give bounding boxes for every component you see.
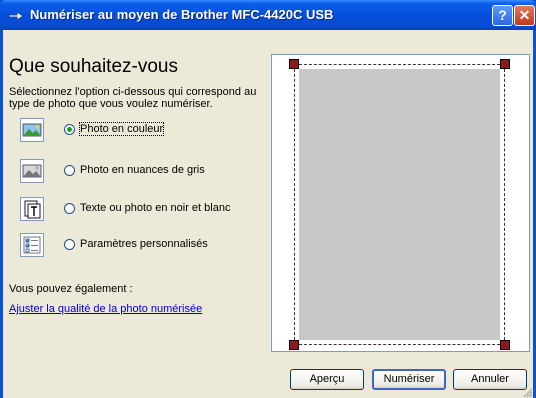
also-label: Vous pouvez également : xyxy=(9,283,133,295)
adjust-quality-link[interactable]: Ajuster la qualité de la photo numérisée xyxy=(9,303,202,315)
cancel-button[interactable]: Annuler xyxy=(453,369,527,390)
crop-handle-top-right[interactable] xyxy=(500,59,510,69)
scan-button[interactable]: Numériser xyxy=(372,369,446,390)
scan-area[interactable] xyxy=(294,64,505,345)
scanner-icon xyxy=(8,11,24,21)
radio-custom-settings[interactable] xyxy=(64,239,75,250)
dialog-body: Que souhaitez-vous Sélectionnez l'option… xyxy=(3,30,533,398)
color-photo-icon[interactable] xyxy=(20,118,44,142)
grayscale-photo-icon[interactable] xyxy=(20,159,44,183)
crop-handle-top-left[interactable] xyxy=(289,59,299,69)
radio-color-photo[interactable] xyxy=(64,124,75,135)
crop-handle-bottom-left[interactable] xyxy=(289,340,299,350)
title-bar[interactable]: Numériser au moyen de Brother MFC-4420C … xyxy=(0,0,536,30)
radio-text-bw[interactable] xyxy=(64,203,75,214)
option-label[interactable]: Paramètres personnalisés xyxy=(80,238,208,250)
preview-button[interactable]: Aperçu xyxy=(290,369,364,390)
description-text: Sélectionnez l'option ci-dessous qui cor… xyxy=(9,86,257,110)
resize-grip-icon[interactable] xyxy=(521,386,533,398)
crop-handle-bottom-right[interactable] xyxy=(500,340,510,350)
scan-area-fill xyxy=(299,69,500,340)
preview-pane[interactable] xyxy=(271,54,530,352)
page-title: Que souhaitez-vous xyxy=(9,56,178,77)
option-label[interactable]: Photo en nuances de gris xyxy=(80,164,205,176)
scan-dialog: Numériser au moyen de Brother MFC-4420C … xyxy=(0,0,536,398)
option-label[interactable]: Photo en couleur xyxy=(78,122,165,136)
window-title: Numériser au moyen de Brother MFC-4420C … xyxy=(30,7,334,22)
close-button[interactable]: ✕ xyxy=(514,5,535,26)
help-button[interactable]: ? xyxy=(492,5,513,26)
text-bw-icon[interactable] xyxy=(20,197,44,221)
option-label[interactable]: Texte ou photo en noir et blanc xyxy=(80,202,230,214)
custom-settings-icon[interactable] xyxy=(20,233,44,257)
radio-grayscale-photo[interactable] xyxy=(64,165,75,176)
